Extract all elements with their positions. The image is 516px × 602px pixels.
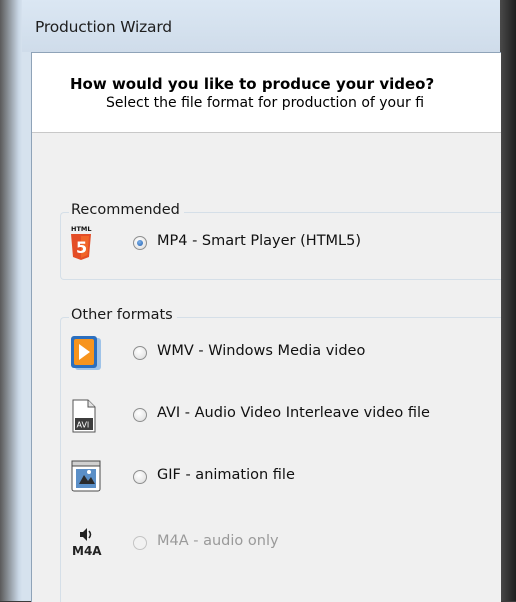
recommended-group-label: Recommended [69,202,184,218]
gif-radio[interactable] [133,470,147,484]
production-wizard-window: Production Wizard How would you like to … [22,0,501,602]
option-mp4[interactable]: HTML 5 MP4 - Smart Player (HTML5) [61,225,501,265]
other-formats-group: Other formats WMV - Windows Media video [60,307,501,602]
avi-file-icon: AVI [69,396,101,434]
svg-text:HTML: HTML [71,225,91,233]
window-frame-right [500,0,516,601]
m4a-audio-icon: M4A [69,524,102,562]
window-title: Production Wizard [35,18,172,36]
option-m4a[interactable]: M4A M4A - audio only [61,524,501,564]
option-gif[interactable]: GIF - animation file [61,458,501,498]
recommended-group: Recommended HTML 5 MP4 - Smart Player (H… [60,202,501,280]
window-frame-left [0,0,22,601]
svg-text:M4A: M4A [72,544,102,558]
wmv-radio[interactable] [133,346,147,360]
title-bar[interactable]: Production Wizard [22,0,500,52]
gif-animation-icon [69,458,101,496]
svg-text:AVI: AVI [77,421,90,430]
option-avi[interactable]: AVI AVI - Audio Video Interleave video f… [61,396,501,436]
other-formats-group-label: Other formats [69,307,177,323]
option-wmv[interactable]: WMV - Windows Media video [61,334,501,374]
avi-label[interactable]: AVI - Audio Video Interleave video file [157,405,430,421]
wizard-body: How would you like to produce your video… [31,52,501,602]
svg-text:5: 5 [76,238,87,257]
m4a-label: M4A - audio only [157,533,279,549]
wizard-header: How would you like to produce your video… [32,53,501,133]
m4a-radio[interactable] [133,536,147,550]
mp4-label[interactable]: MP4 - Smart Player (HTML5) [157,233,361,249]
header-subtitle: Select the file format for production of… [106,95,425,111]
gif-label[interactable]: GIF - animation file [157,467,295,483]
wmv-label[interactable]: WMV - Windows Media video [157,343,365,359]
windows-media-icon [69,334,101,372]
avi-radio[interactable] [133,408,147,422]
header-question: How would you like to produce your video… [70,75,435,93]
mp4-radio[interactable] [133,236,147,250]
html5-icon: HTML 5 [69,225,101,263]
